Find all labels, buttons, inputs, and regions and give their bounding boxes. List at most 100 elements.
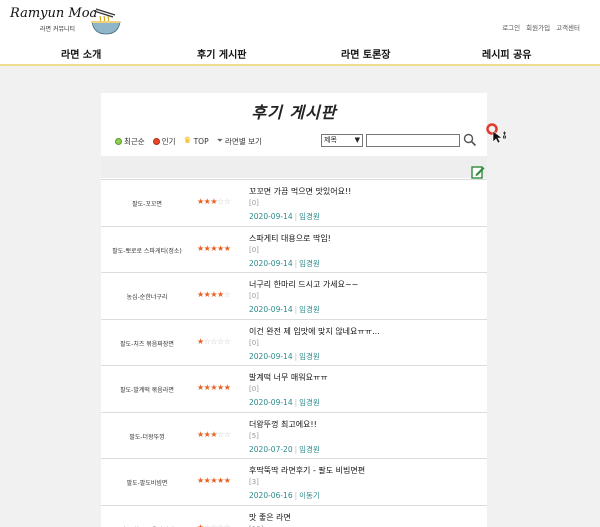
star-filled-icon: ★ [210,197,218,206]
star-filled-icon: ★ [210,429,218,439]
signup-link[interactable]: 회원가입 [526,22,550,32]
post-title[interactable]: 이건 완전 제 입맛에 맞지 않네요ㅠㅠ... [249,326,380,337]
post-author[interactable]: 임경원 [299,445,320,454]
post-title[interactable]: 더왕뚜껑 최고에요!! [249,419,317,430]
star-filled-icon: ★ [197,383,204,392]
star-filled-icon: ★ [217,383,224,392]
comment-count: [0] [249,385,259,393]
star-filled-icon: ★ [197,243,204,253]
post-date: 2020-09-14 [249,398,293,407]
post-row[interactable]: 팔도-팔도비빔면 ★★★★★ 후딱뚝딱 라면후기 - 팔도 비빔면편 [3] 2020-… [101,458,487,505]
post-meta: 2020-09-14 | 임경원 [249,258,320,269]
post-title[interactable]: 후딱뚝딱 라면후기 - 팔도 비빔면편 [249,465,365,476]
star-filled-icon: ★ [217,290,224,299]
search-icon[interactable] [463,133,477,147]
post-date: 2020-09-14 [249,258,293,268]
site-logo[interactable]: Ramyun Moa 라면 커뮤니티 [10,6,121,36]
post-title[interactable]: 스파게티 대용으로 딱임! [249,233,331,244]
star-rating: ★☆☆☆☆ [197,522,231,527]
star-filled-icon: ★ [197,197,204,206]
post-author[interactable]: 임경원 [299,259,320,268]
customer-center-link[interactable]: 고객센터 [556,22,580,32]
post-row[interactable]: 팔도-뽀로로 스파게티(정소) ★★★★★ 스파게티 대용으로 딱임! [0] 2020… [101,225,487,273]
ramen-name: 팔도-발계떡 볶음라면 [120,387,174,394]
star-rating: ★☆☆☆☆ [197,336,231,346]
latest-icon [115,137,122,145]
filter-by-ramen[interactable]: ⏷ 라면별 보기 [217,136,262,147]
ramen-name: 팔도-꼬꼬면 [132,201,162,208]
post-meta: 2020-09-14 | 임경원 [249,397,320,408]
star-empty-icon: ☆ [223,290,231,299]
search-input[interactable] [366,134,460,147]
filter-latest[interactable]: 최근순 [115,136,145,147]
post-author[interactable]: 임경원 [299,398,320,407]
utility-links: 로그인 회원가입 고객센터 [502,22,580,32]
filter-latest-label: 최근순 [124,136,145,146]
nav-item-ramen-intro[interactable]: 라면 소개 [61,46,101,61]
chevron-down-icon: ▼ [354,136,360,144]
crown-icon: ♛ [183,136,192,146]
star-rating: ★★★★★ [197,243,231,253]
ramen-name: 농심-순한너구리 [126,294,168,301]
post-title[interactable]: 발계떡 너무 매워요ㅠㅠ [249,372,328,383]
post-author[interactable]: 임경원 [299,305,320,314]
post-title[interactable]: 꼬꼬면 가끔 먹으면 맛있어요!! [249,186,351,197]
filter-top[interactable]: ♛ TOP [184,136,209,146]
main-nav: 라면 소개 후기 게시판 라면 토론장 레시피 공유 [0,40,600,66]
post-title[interactable]: 너구리 한마리 드시고 가세요~~ [249,279,358,290]
filter-popular-label: 인기 [161,136,176,146]
star-empty-icon: ☆ [217,429,224,439]
post-row[interactable]: 팔도-치즈 볶음짜장면★☆☆☆☆맛 좋은 라면[10]2020-06-05|이동… [101,504,487,527]
comment-count: [3] [249,478,259,486]
post-author[interactable]: 이동기 [299,491,320,500]
post-meta: 2020-07-20 | 임경원 [249,444,320,455]
post-row[interactable]: 팔도-꼬꼬면 ★★★☆☆ 꼬꼬면 가끔 먹으면 맛있어요!! [0] 2020-09-1… [101,179,487,226]
post-row[interactable]: 팔도-더왕뚜껑 ★★★☆☆ 더왕뚜껑 최고에요!! [5] 2020-07-20 | 임경원 [101,411,487,459]
post-meta: 2020-09-14 | 임경원 [249,304,320,315]
login-link[interactable]: 로그인 [502,22,520,32]
write-post-icon[interactable] [471,165,485,179]
filter-by-ramen-label: 라면별 보기 [225,136,262,146]
review-board-panel: 후기 게시판 최근순 인기 ♛ TOP ⏷ 라면별 보기 제목 ▼ 팔도-꼬꼬면… [101,93,487,527]
post-author[interactable]: 임경원 [299,212,320,221]
post-date: 2020-07-20 [249,444,293,454]
nav-item-recipe-share[interactable]: 레시피 공유 [482,46,531,61]
filter-popular[interactable]: 인기 [152,136,176,147]
star-filled-icon: ★ [210,476,218,485]
comment-count: [0] [249,199,259,207]
post-author[interactable]: 임경원 [299,352,320,361]
star-filled-icon: ★ [197,290,204,299]
star-filled-icon: ★ [197,476,204,485]
star-empty-icon: ☆ [217,197,224,206]
search-type-select[interactable]: 제목 ▼ [321,134,363,147]
comment-count: [0] [249,338,259,347]
toolbar-band [101,156,487,178]
post-row[interactable]: 팔도-발계떡 볶음라면 ★★★★★ 발계떡 너무 매워요ㅠㅠ [0] 2020-09-1… [101,365,487,412]
post-meta: 2020-06-16 | 이동기 [249,490,320,501]
post-row[interactable]: 팔도-치즈 볶음짜장면 ★☆☆☆☆ 이건 완전 제 입맛에 맞지 않네요ㅠㅠ...[… [101,318,487,366]
star-rating: ★★★☆☆ [197,429,231,439]
ramen-bowl-icon [91,8,121,35]
star-empty-icon: ☆ [223,336,231,346]
post-date: 2020-09-14 [249,305,293,314]
star-filled-icon: ★ [210,290,218,299]
post-title[interactable]: 맛 좋은 라면 [249,512,291,523]
star-empty-icon: ☆ [217,522,224,527]
mouse-cursor-icon [486,123,506,144]
post-list: 팔도-꼬꼬면 ★★★☆☆ 꼬꼬면 가끔 먹으면 맛있어요!! [0] 2020-09-1… [101,179,487,527]
star-empty-icon: ☆ [210,522,218,527]
star-filled-icon: ★ [217,476,224,485]
star-empty-icon: ☆ [217,336,224,346]
filter-top-label: TOP [193,136,209,146]
star-empty-icon: ☆ [223,197,231,206]
post-meta: 2020-09-14 | 임경원 [249,351,320,362]
logo-subtitle: 라면 커뮤니티 [40,26,76,33]
post-date: 2020-09-14 [249,351,293,361]
nav-item-ramen-forum[interactable]: 라면 토론장 [341,46,390,61]
ramen-name: 팔도-뽀로로 스파게티(정소) [112,247,182,255]
page-title: 후기 게시판 [251,103,337,122]
star-filled-icon: ★ [210,243,218,253]
nav-item-review-board[interactable]: 후기 게시판 [197,46,246,61]
post-row[interactable]: 농심-순한너구리 ★★★★☆ 너구리 한마리 드시고 가세요~~ [0] 2020-09… [101,272,487,319]
star-empty-icon: ☆ [210,336,218,346]
